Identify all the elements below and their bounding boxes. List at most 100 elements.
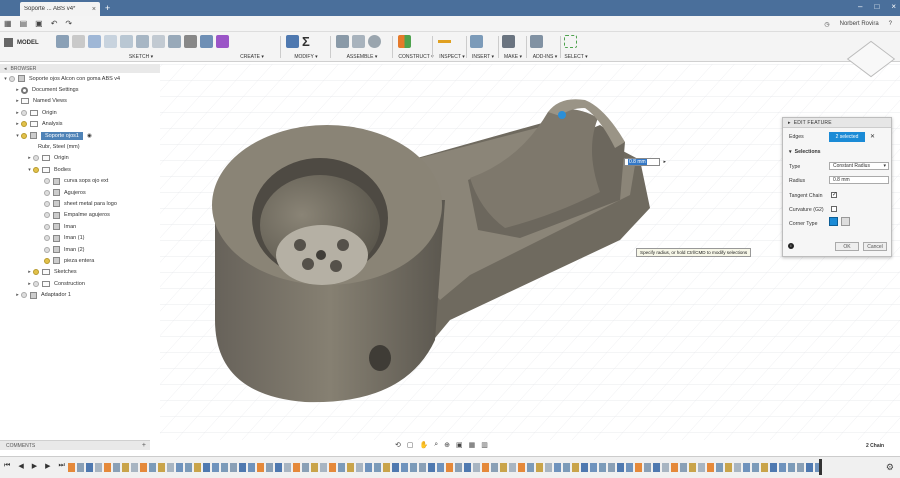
timeline-feature-icon[interactable] (482, 463, 489, 472)
timeline-feature-icon[interactable] (302, 463, 309, 472)
browser-header[interactable]: ◂ BROWSER (0, 64, 160, 73)
timeline-feature-icon[interactable] (248, 463, 255, 472)
timeline-feature-icon[interactable] (329, 463, 336, 472)
edit-feature-header[interactable]: ▸ EDIT FEATURE (783, 118, 891, 128)
timeline-feature-icon[interactable] (113, 463, 120, 472)
tree-root[interactable]: ▾ Soporte ojos Alcon con goma ABS v4 (0, 73, 160, 84)
timeline-feature-icon[interactable] (500, 463, 507, 472)
tree-body[interactable]: curva sops ojo ext (0, 176, 160, 187)
tree-body[interactable]: Iman (2) (0, 244, 160, 255)
tree-construction[interactable]: ▸ Construction (0, 278, 160, 289)
timeline-feature-icon[interactable] (347, 463, 354, 472)
timeline-feature-icon[interactable] (212, 463, 219, 472)
timeline-feature-icon[interactable] (689, 463, 696, 472)
radius-input[interactable]: 0.8 mm (829, 176, 889, 184)
tangent-chain-checkbox[interactable]: ✓ (831, 192, 837, 198)
selections-section[interactable]: ▾ Selections (789, 149, 821, 155)
tree-body[interactable]: sheet metal para logo (0, 198, 160, 209)
grid-settings-icon[interactable]: ▦ (469, 441, 476, 449)
tree-named-views[interactable]: ▸ Named Views (0, 96, 160, 107)
corner-rolling-ball-icon[interactable] (829, 217, 838, 226)
timeline-feature-icon[interactable] (626, 463, 633, 472)
cancel-button[interactable]: Cancel (863, 242, 887, 251)
tree-origin[interactable]: ▸ Origin (0, 107, 160, 118)
info-icon[interactable]: i (788, 243, 794, 249)
timeline-feature-icon[interactable] (68, 463, 75, 472)
look-at-icon[interactable]: ▢ (407, 441, 414, 449)
timeline-feature-icon[interactable] (806, 463, 813, 472)
tree-material[interactable]: Rubr, Steel (mm) (0, 141, 160, 152)
timeline-feature-icon[interactable] (635, 463, 642, 472)
timeline-feature-icon[interactable] (734, 463, 741, 472)
tree-sub-origin[interactable]: ▸ Origin (0, 153, 160, 164)
go-to-end-icon[interactable]: ⏭ (58, 462, 64, 470)
timeline-feature-icon[interactable] (671, 463, 678, 472)
timeline-feature-icon[interactable] (194, 463, 201, 472)
timeline-feature-icon[interactable] (770, 463, 777, 472)
timeline-feature-icon[interactable] (185, 463, 192, 472)
tree-bodies[interactable]: ▾ Bodies (0, 164, 160, 175)
timeline-feature-icon[interactable] (491, 463, 498, 472)
timeline-feature-icon[interactable] (86, 463, 93, 472)
activate-radio-icon[interactable]: ◉ (87, 133, 92, 139)
tree-body[interactable]: Iman (0, 221, 160, 232)
timeline-feature-icon[interactable] (455, 463, 462, 472)
timeline-feature-icon[interactable] (509, 463, 516, 472)
clear-selection-icon[interactable]: ✕ (870, 133, 875, 140)
add-comment-icon[interactable]: + (142, 442, 146, 449)
timeline-feature-icon[interactable] (293, 463, 300, 472)
timeline-settings-icon[interactable]: ⚙ (886, 462, 894, 473)
timeline-feature-icon[interactable] (716, 463, 723, 472)
timeline-feature-icon[interactable] (788, 463, 795, 472)
timeline-feature-icon[interactable] (590, 463, 597, 472)
timeline-feature-icon[interactable] (104, 463, 111, 472)
timeline-feature-icon[interactable] (383, 463, 390, 472)
timeline-feature-icon[interactable] (617, 463, 624, 472)
timeline-feature-icon[interactable] (77, 463, 84, 472)
timeline-feature-icon[interactable] (437, 463, 444, 472)
timeline-feature-icon[interactable] (275, 463, 282, 472)
timeline-feature-icon[interactable] (554, 463, 561, 472)
comments-panel[interactable]: COMMENTS + (0, 440, 150, 450)
timeline-feature-icon[interactable] (518, 463, 525, 472)
tree-body[interactable]: Empalme agujeros (0, 210, 160, 221)
ok-button[interactable]: OK (835, 242, 859, 251)
dropdown-arrow-icon[interactable]: ▸ (663, 159, 666, 165)
timeline-feature-icon[interactable] (149, 463, 156, 472)
timeline-feature-icon[interactable] (572, 463, 579, 472)
orbit-icon[interactable]: ⟲ (395, 441, 401, 449)
pan-icon[interactable]: ✋ (420, 441, 429, 449)
timeline-feature-icon[interactable] (338, 463, 345, 472)
timeline-feature-icon[interactable] (797, 463, 804, 472)
timeline-feature-icon[interactable] (527, 463, 534, 472)
edges-selection-button[interactable]: 2 selected (829, 132, 865, 142)
timeline-feature-icon[interactable] (167, 463, 174, 472)
timeline-feature-icon[interactable] (644, 463, 651, 472)
timeline-feature-icon[interactable] (284, 463, 291, 472)
timeline-feature-icon[interactable] (725, 463, 732, 472)
type-dropdown[interactable]: Constant Radius ▾ (829, 162, 889, 170)
timeline-feature-icon[interactable] (356, 463, 363, 472)
timeline-feature-icon[interactable] (392, 463, 399, 472)
timeline-feature-icon[interactable] (698, 463, 705, 472)
tree-body[interactable]: pieza entera (0, 255, 160, 266)
display-settings-icon[interactable]: ▣ (456, 441, 463, 449)
timeline-feature-icon[interactable] (608, 463, 615, 472)
timeline-feature-icon[interactable] (662, 463, 669, 472)
panel-expand-icon[interactable]: ▸ (788, 120, 791, 126)
timeline-feature-icon[interactable] (158, 463, 165, 472)
timeline-feature-icon[interactable] (752, 463, 759, 472)
timeline-feature-icon[interactable] (239, 463, 246, 472)
timeline-feature-icon[interactable] (140, 463, 147, 472)
fit-icon[interactable]: ⊕ (444, 441, 450, 449)
timeline-feature-icon[interactable] (374, 463, 381, 472)
tree-body[interactable]: Agujeros (0, 187, 160, 198)
timeline-feature-icon[interactable] (707, 463, 714, 472)
curvature-checkbox[interactable] (831, 206, 837, 212)
timeline-feature-icon[interactable] (410, 463, 417, 472)
timeline-feature-icon[interactable] (419, 463, 426, 472)
timeline-feature-icon[interactable] (131, 463, 138, 472)
timeline-feature-icon[interactable] (545, 463, 552, 472)
timeline-feature-icon[interactable] (473, 463, 480, 472)
timeline-features[interactable] (68, 462, 822, 474)
